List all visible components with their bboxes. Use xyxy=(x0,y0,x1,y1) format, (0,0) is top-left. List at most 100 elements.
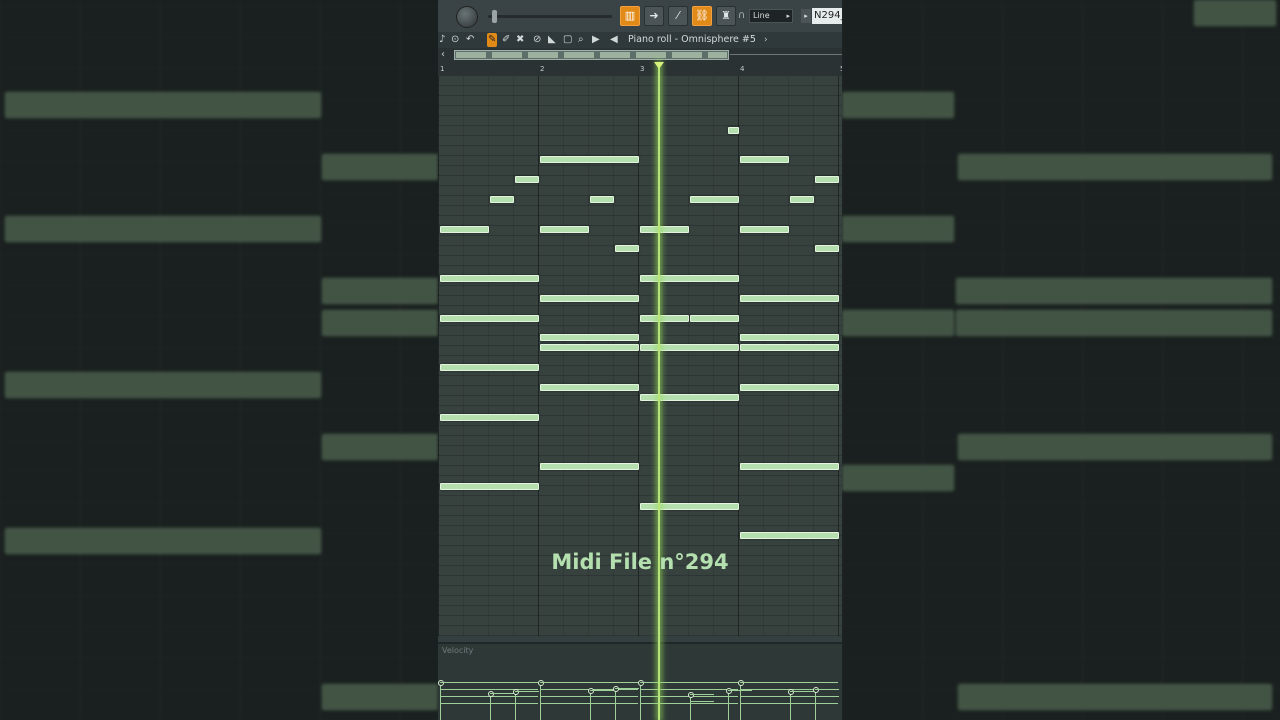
midi-note[interactable] xyxy=(440,275,539,282)
velocity-handle[interactable] xyxy=(613,685,619,692)
playback-icon[interactable]: ▶ xyxy=(592,33,600,47)
midi-note[interactable] xyxy=(815,176,839,183)
tempo-slider[interactable] xyxy=(488,10,612,23)
midi-note[interactable] xyxy=(690,314,739,322)
midi-note[interactable] xyxy=(515,176,539,183)
midi-note[interactable] xyxy=(740,156,789,164)
velocity-handle[interactable] xyxy=(738,680,744,686)
snap-select[interactable]: Line ▸ xyxy=(749,9,793,23)
velocity-stem[interactable] xyxy=(790,691,791,720)
velocity-stem[interactable] xyxy=(490,693,491,720)
midi-note[interactable] xyxy=(540,334,639,342)
midi-note[interactable] xyxy=(640,275,739,282)
erase-icon[interactable]: ✖ xyxy=(516,33,524,47)
midi-note[interactable] xyxy=(440,364,539,372)
midi-note[interactable] xyxy=(440,413,539,421)
midi-note[interactable] xyxy=(740,383,839,391)
velocity-stem[interactable] xyxy=(515,690,516,720)
timeline-ruler[interactable]: 1 2 3 4 5 xyxy=(438,62,842,76)
midi-note[interactable] xyxy=(540,463,639,471)
midi-note[interactable] xyxy=(540,383,639,391)
velocity-handle[interactable] xyxy=(788,689,794,695)
velocity-stem[interactable] xyxy=(590,690,591,720)
midi-note[interactable] xyxy=(640,225,689,233)
midi-note[interactable] xyxy=(740,532,839,540)
midi-note[interactable] xyxy=(728,126,739,134)
overview-track xyxy=(730,54,842,55)
background-note xyxy=(5,528,321,554)
velocity-stem[interactable] xyxy=(740,682,741,720)
velocity-handle[interactable] xyxy=(638,680,644,686)
background-note xyxy=(958,154,1272,180)
arrow-button[interactable]: ➜ xyxy=(644,6,664,26)
select-icon[interactable]: ▢ xyxy=(563,33,572,47)
midi-note[interactable] xyxy=(615,245,639,253)
velocity-handle[interactable] xyxy=(538,680,544,686)
velocity-panel[interactable]: Velocity xyxy=(438,642,842,720)
velocity-handle[interactable] xyxy=(588,688,594,694)
master-knob[interactable] xyxy=(456,6,478,28)
pattern-name-field[interactable]: N294_ xyxy=(812,8,842,24)
playhead[interactable] xyxy=(658,62,660,720)
midi-note[interactable] xyxy=(540,344,639,352)
midi-note[interactable] xyxy=(640,393,739,401)
magnet-icon[interactable]: ∩ xyxy=(738,10,745,21)
velocity-handle[interactable] xyxy=(513,688,519,695)
velocity-handle[interactable] xyxy=(813,686,819,693)
playhead-marker[interactable] xyxy=(654,62,664,69)
midi-note[interactable] xyxy=(440,225,489,233)
velocity-stem[interactable] xyxy=(728,690,729,720)
velocity-handle[interactable] xyxy=(438,680,444,686)
midi-note[interactable] xyxy=(790,195,814,203)
target-icon[interactable]: ⊙ xyxy=(451,33,459,47)
chevron-right-icon[interactable]: › xyxy=(764,33,768,47)
slider-handle[interactable] xyxy=(492,10,497,23)
pencil-icon[interactable]: ✎ xyxy=(487,33,498,47)
midi-note[interactable] xyxy=(540,294,639,302)
midi-note[interactable] xyxy=(740,225,789,233)
midi-note[interactable] xyxy=(640,502,739,510)
midi-note[interactable] xyxy=(690,195,739,203)
piano-roll-button[interactable]: ▥ xyxy=(620,6,640,26)
pattern-overview[interactable]: ‹ xyxy=(438,48,842,63)
midi-note[interactable] xyxy=(440,314,539,322)
midi-note[interactable] xyxy=(815,245,839,253)
midi-note[interactable] xyxy=(740,294,839,302)
midi-note[interactable] xyxy=(540,225,589,233)
velocity-stem[interactable] xyxy=(615,687,616,720)
overview-window[interactable] xyxy=(454,50,729,60)
velocity-stem[interactable] xyxy=(640,682,641,720)
zoom-icon[interactable]: ⌕ xyxy=(578,33,584,47)
midi-note[interactable] xyxy=(740,334,839,342)
velocity-stem[interactable] xyxy=(540,682,541,720)
midi-note[interactable] xyxy=(590,195,614,203)
note-icon[interactable]: ♪ xyxy=(439,33,445,47)
paint-icon[interactable]: ✐ xyxy=(502,33,510,47)
velocity-handle[interactable] xyxy=(726,688,732,695)
scroll-left-icon[interactable]: ‹ xyxy=(441,48,445,62)
midi-note[interactable] xyxy=(440,482,539,490)
brush-button[interactable]: ⁄ xyxy=(668,6,688,26)
mute-icon[interactable]: ⊘ xyxy=(533,33,541,47)
snap-select-value: Line xyxy=(753,11,770,20)
midi-note[interactable] xyxy=(640,314,689,322)
link-button[interactable]: ⛓ xyxy=(692,6,712,26)
slice-icon[interactable]: ◣ xyxy=(548,33,556,47)
background-note xyxy=(842,92,954,118)
midi-note[interactable] xyxy=(490,195,514,203)
stamp-button[interactable]: ♜ xyxy=(716,6,736,26)
speaker-icon[interactable]: ◀ xyxy=(610,33,618,47)
piano-icon: ▥ xyxy=(624,9,636,22)
velocity-handle[interactable] xyxy=(488,691,494,697)
velocity-line xyxy=(540,696,638,697)
midi-note[interactable] xyxy=(640,344,739,352)
velocity-line xyxy=(690,694,714,695)
velocity-stem[interactable] xyxy=(440,682,441,720)
midi-note[interactable] xyxy=(540,156,639,164)
midi-note[interactable] xyxy=(740,463,839,471)
midi-note[interactable] xyxy=(740,344,839,352)
velocity-stem[interactable] xyxy=(815,688,816,720)
velocity-handle[interactable] xyxy=(688,692,694,698)
undo-icon[interactable]: ↶ xyxy=(466,33,474,47)
pattern-arrow-button[interactable]: ▸ xyxy=(801,9,811,23)
